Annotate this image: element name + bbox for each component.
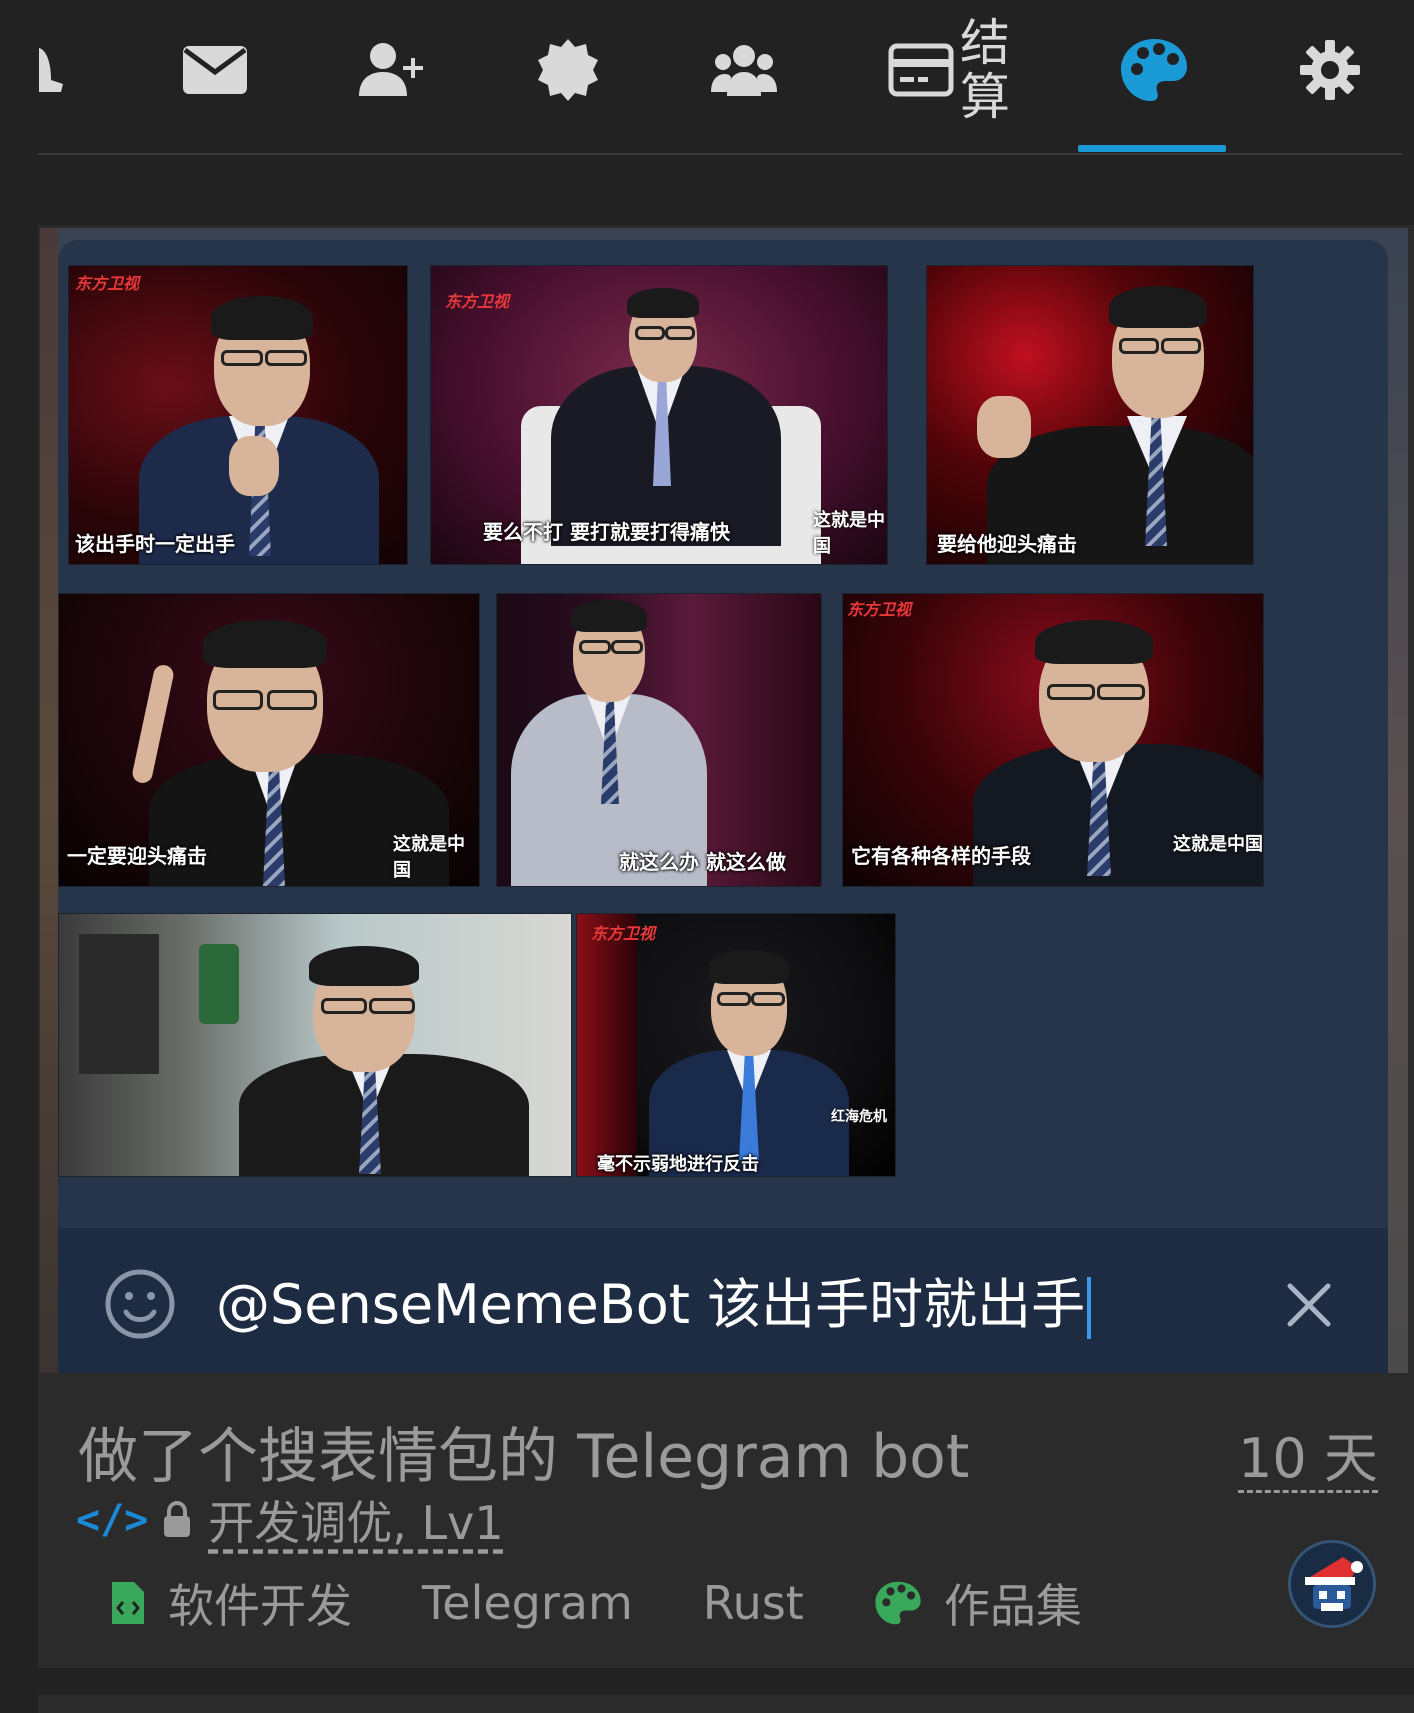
gear-icon bbox=[1300, 40, 1360, 100]
thumbnail-edge-right bbox=[1388, 228, 1408, 1373]
nav-notifications[interactable] bbox=[30, 20, 80, 120]
channel-logo: 东方卫视 bbox=[591, 924, 656, 943]
clear-query-button[interactable] bbox=[1286, 1282, 1332, 1328]
thumbnail-edge-left bbox=[40, 228, 58, 1373]
category-label: 开发调优, Lv1 bbox=[208, 1496, 504, 1550]
avatar-image bbox=[1291, 1543, 1373, 1625]
meme-result-6[interactable]: 东方卫视 它有各种各样的手段 这就是中国 bbox=[842, 593, 1264, 887]
meme-result-2[interactable]: 东方卫视 要么不打 要打就要打得痛快 这就是中国 bbox=[430, 265, 888, 565]
nav-settings[interactable] bbox=[1290, 20, 1370, 120]
palette-icon bbox=[1121, 39, 1187, 101]
nav-messages[interactable] bbox=[170, 20, 260, 120]
code-icon: </> bbox=[76, 1497, 149, 1543]
nav-interface[interactable] bbox=[1114, 20, 1194, 120]
meme-result-1[interactable]: 东方卫视 该出手时一定出手 bbox=[68, 265, 408, 565]
show-watermark: 这就是中国 bbox=[813, 510, 885, 557]
topic-category[interactable]: </> 开发调优, Lv1 bbox=[76, 1490, 504, 1550]
meme-result-5[interactable]: 就这么办 就这么做 bbox=[496, 593, 822, 887]
channel-logo: 东方卫视 bbox=[445, 292, 510, 311]
meme-result-3[interactable]: 要给他迎头痛击 bbox=[926, 265, 1254, 565]
show-watermark: 这就是中国 bbox=[393, 834, 465, 881]
meme-result-8[interactable]: 东方卫视 毫不示弱地进行反击 红海危机 bbox=[576, 913, 896, 1177]
channel-logo: 东方卫视 bbox=[847, 600, 912, 619]
next-topic-card[interactable] bbox=[38, 1695, 1414, 1713]
meme-caption: 要给他迎头痛击 bbox=[937, 532, 1077, 556]
lock-icon bbox=[164, 1501, 191, 1537]
meme-result-4[interactable]: 一定要迎头痛击 这就是中国 bbox=[58, 593, 480, 887]
nav-settle-label-line2: 算 bbox=[960, 68, 1010, 126]
tag-software-dev[interactable]: 软件开发 bbox=[110, 1570, 352, 1636]
file-code-icon bbox=[112, 1582, 144, 1624]
meme-caption: 要么不打 要打就要打得痛快 bbox=[483, 520, 730, 544]
meme-results-panel: 东方卫视 该出手时一定出手 东方卫视 要么不打 要打就要打得痛快 这就是中国 要… bbox=[58, 240, 1388, 1373]
meme-caption: 它有各种各样的手段 bbox=[851, 844, 1031, 868]
tag-portfolio[interactable]: 作品集 bbox=[874, 1570, 1082, 1636]
users-icon bbox=[711, 45, 777, 96]
close-icon bbox=[1287, 1283, 1331, 1327]
meme-caption: 就这么办 就这么做 bbox=[619, 850, 786, 874]
inline-query-bar: @SenseMemeBot 该出手时就出手 bbox=[58, 1228, 1388, 1373]
poster-avatar[interactable] bbox=[1288, 1540, 1376, 1628]
top-navigation: 结 算 bbox=[0, 0, 1414, 155]
meme-caption: 毫不示弱地进行反击 bbox=[597, 1154, 759, 1175]
nav-follow[interactable] bbox=[348, 20, 438, 120]
inline-query-input[interactable]: @SenseMemeBot 该出手时就出手 bbox=[216, 1266, 1092, 1344]
text-caret bbox=[1087, 1277, 1092, 1340]
channel-logo: 东方卫视 bbox=[75, 274, 140, 293]
envelope-icon bbox=[183, 46, 247, 94]
show-watermark: 红海危机 bbox=[831, 1109, 887, 1125]
emoji-button[interactable] bbox=[104, 1268, 176, 1340]
nav-badges[interactable] bbox=[528, 20, 608, 120]
show-watermark: 这就是中国 bbox=[1173, 834, 1263, 855]
nav-settle-label: 结 算 bbox=[960, 16, 1010, 124]
active-tab-indicator bbox=[1078, 145, 1226, 152]
inline-query-text: @SenseMemeBot 该出手时就出手 bbox=[216, 1273, 1086, 1336]
nav-settle-label-line1: 结 bbox=[960, 14, 1010, 72]
meme-caption: 一定要迎头痛击 bbox=[67, 844, 207, 868]
credit-card-icon bbox=[888, 43, 954, 97]
smiley-icon bbox=[105, 1269, 175, 1339]
bell-icon bbox=[39, 48, 63, 92]
meme-result-7[interactable] bbox=[58, 913, 572, 1177]
nav-divider bbox=[38, 153, 1402, 155]
tag-rust[interactable]: Rust bbox=[703, 1576, 804, 1630]
topic-title[interactable]: 做了个搜表情包的 Telegram bot bbox=[78, 1408, 969, 1495]
tag-label: Telegram bbox=[422, 1576, 633, 1630]
tag-telegram[interactable]: Telegram bbox=[422, 1576, 633, 1630]
nav-settle[interactable]: 结 算 bbox=[884, 16, 1014, 124]
badge-icon bbox=[538, 39, 598, 101]
tag-label: Rust bbox=[702, 1576, 804, 1630]
tag-label: 作品集 bbox=[943, 1579, 1082, 1633]
user-plus-icon bbox=[359, 43, 423, 96]
meme-caption: 该出手时一定出手 bbox=[75, 532, 235, 556]
topic-tags: 软件开发 Telegram Rust 作品集 bbox=[110, 1568, 1152, 1638]
topic-age[interactable]: 10 天 bbox=[1238, 1428, 1378, 1493]
palette-icon bbox=[875, 1581, 921, 1625]
tag-label: 软件开发 bbox=[168, 1579, 352, 1633]
nav-groups[interactable] bbox=[704, 20, 784, 120]
